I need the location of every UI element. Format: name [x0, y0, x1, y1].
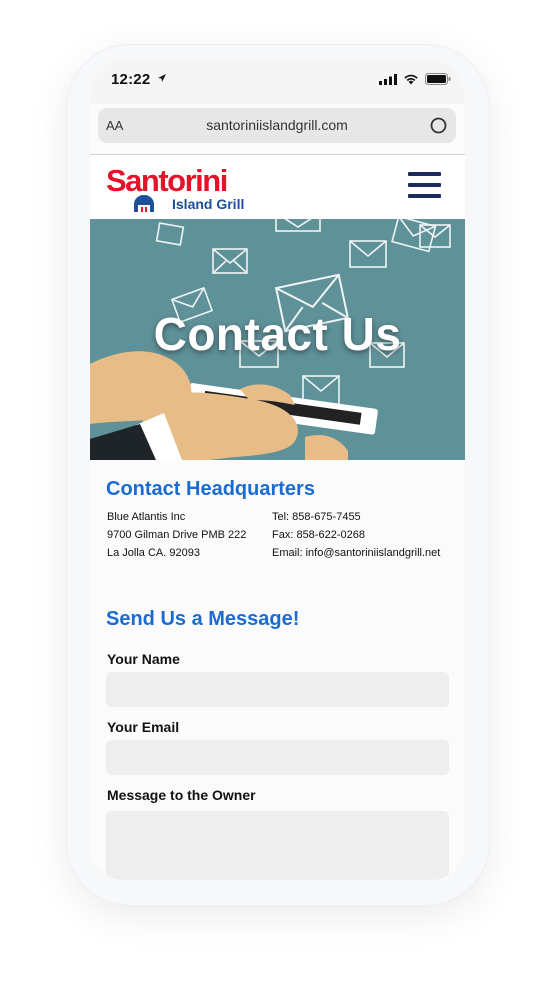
email-input[interactable] [106, 740, 449, 775]
logo-name: Santorini [106, 163, 228, 198]
hamburger-menu-icon[interactable] [408, 172, 441, 198]
phone-screen: 12:22 AA santoriniislandgrill.com Santor… [90, 58, 465, 880]
hero-title: Contact Us [153, 308, 402, 360]
address-line: 9700 Gilman Drive PMB 222 [107, 529, 247, 541]
headquarters-heading: Contact Headquarters [106, 478, 315, 500]
url-text[interactable]: santoriniislandgrill.com [98, 117, 456, 133]
reload-icon[interactable] [430, 117, 447, 134]
site-header: Santorini Island Grill [90, 155, 465, 219]
name-label: Your Name [107, 651, 180, 667]
status-icons [379, 73, 451, 85]
address-line: Blue Atlantis Inc [107, 511, 186, 523]
message-form-heading: Send Us a Message! [106, 608, 300, 630]
message-label: Message to the Owner [107, 787, 256, 803]
fax-text: Fax: 858-622-0268 [272, 529, 365, 541]
wifi-icon [404, 74, 418, 85]
telephone-text: Tel: 858-675-7455 [272, 511, 361, 523]
dome-church-icon [134, 195, 154, 212]
contact-details: Tel: 858-675-7455 Fax: 858-622-0268 Emai… [272, 508, 440, 562]
address-block: Blue Atlantis Inc 9700 Gilman Drive PMB … [107, 508, 246, 562]
battery-icon [425, 73, 451, 85]
location-arrow-icon [158, 74, 166, 82]
name-input[interactable] [106, 672, 449, 707]
cellular-signal-icon [379, 73, 397, 85]
address-bar[interactable]: AA santoriniislandgrill.com [98, 108, 456, 143]
hero-banner: Contact Us [90, 219, 465, 460]
message-textarea[interactable] [106, 811, 449, 880]
status-bar: 12:22 [90, 58, 465, 104]
email-text[interactable]: Email: info@santoriniislandgrill.net [272, 544, 440, 562]
email-label: Your Email [107, 719, 180, 735]
address-line: La Jolla CA. 92093 [107, 547, 200, 559]
logo-tagline: Island Grill [172, 196, 245, 212]
status-time: 12:22 [111, 71, 151, 88]
